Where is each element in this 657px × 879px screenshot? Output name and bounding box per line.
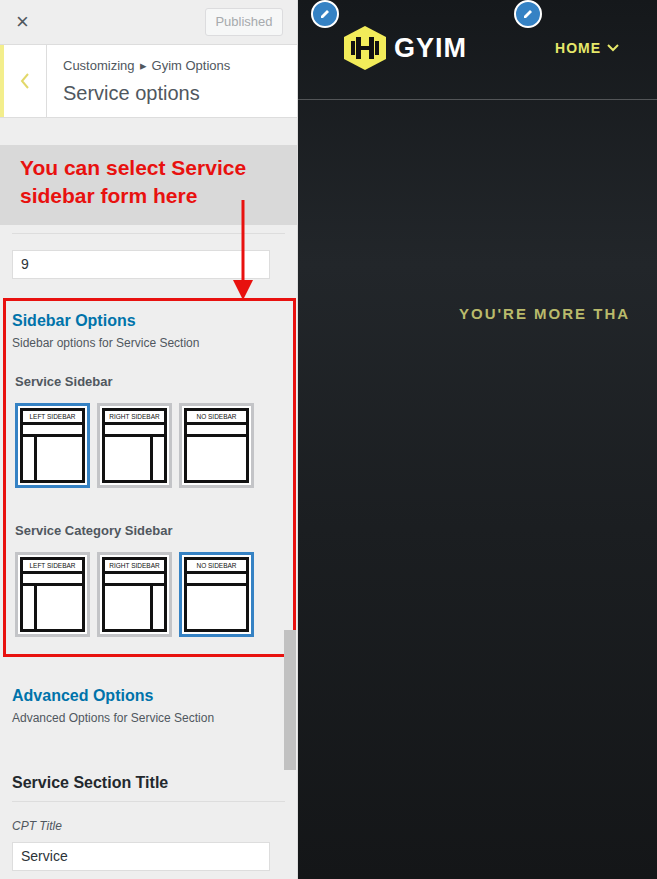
diagram-header <box>105 574 164 586</box>
nav-item[interactable]: HOME <box>555 25 620 71</box>
panel-title: Service options <box>63 80 235 106</box>
section-header: Customizing ▸ Gyim Options Service options <box>0 45 297 118</box>
nav-label: HOME <box>555 25 601 71</box>
choice-row: LEFT SIDEBAR RIGHT SIDEBAR NO SIDEBAR <box>12 403 287 488</box>
customizer-panel: × Published Customizing ▸ Gyim Options Servic… <box>0 0 298 879</box>
choice-label: RIGHT SIDEBAR <box>105 560 164 574</box>
sidebar-group: Service Category Sidebar LEFT SIDEBAR RIGH… <box>12 522 287 637</box>
layout-diagram: RIGHT SIDEBAR <box>102 557 167 632</box>
field-label: CPT Title <box>12 818 285 834</box>
edit-shortcut[interactable] <box>514 0 542 28</box>
edit-shortcut[interactable] <box>311 0 339 28</box>
section-description: Advanced Options for Service Section <box>12 710 297 726</box>
hero-text: YOU'RE MORE THA <box>298 304 657 324</box>
diagram-header <box>187 425 246 437</box>
diagram-content <box>37 437 82 480</box>
diagram-sidebar <box>150 437 164 480</box>
breadcrumb-item: Customizing <box>63 58 135 73</box>
layout-choice[interactable]: NO SIDEBAR <box>179 552 254 637</box>
diagram-body <box>105 437 164 480</box>
diagram-header <box>187 574 246 586</box>
diagram-sidebar <box>23 437 37 480</box>
annotation-note: You can select Service sidebar form here <box>0 145 297 225</box>
choice-label: LEFT SIDEBAR <box>23 411 82 425</box>
layout-diagram: LEFT SIDEBAR <box>20 557 85 632</box>
choice-label: RIGHT SIDEBAR <box>105 411 164 425</box>
diagram-body <box>23 586 82 629</box>
breadcrumb-item: Gyim Options <box>152 58 231 73</box>
advanced-section: Advanced Options Advanced Options for Ser… <box>0 686 297 726</box>
pencil-icon <box>319 8 331 20</box>
dumbbell-logo-icon <box>342 25 388 71</box>
annotation-arrow-icon <box>231 200 255 302</box>
field-heading: Service Section Title <box>12 773 285 802</box>
layout-choice[interactable]: LEFT SIDEBAR <box>15 403 90 488</box>
header-text: Customizing ▸ Gyim Options Service options <box>47 45 235 117</box>
group-label: Service Category Sidebar <box>12 522 287 540</box>
back-chevron-icon <box>19 72 31 90</box>
diagram-content <box>187 586 246 629</box>
layout-diagram: LEFT SIDEBAR <box>20 408 85 483</box>
diagram-header <box>105 425 164 437</box>
diagram-body <box>23 437 82 480</box>
section-title[interactable]: Advanced Options <box>12 686 297 706</box>
layout-choice[interactable]: NO SIDEBAR <box>179 403 254 488</box>
layout-choice[interactable]: RIGHT SIDEBAR <box>97 403 172 488</box>
customizer-topbar: × Published <box>0 0 297 45</box>
chevron-down-icon <box>606 43 620 53</box>
diagram-content <box>105 586 150 629</box>
number-field[interactable] <box>12 250 270 279</box>
breadcrumb-item: ▸ <box>140 58 147 73</box>
title-field[interactable] <box>12 842 270 871</box>
diagram-content <box>187 437 246 480</box>
layout-diagram: NO SIDEBAR <box>184 557 249 632</box>
diagram-body <box>187 586 246 629</box>
site-header: GYIM HOME <box>298 0 657 100</box>
choice-label: NO SIDEBAR <box>187 411 246 425</box>
diagram-header <box>23 425 82 437</box>
layout-diagram: RIGHT SIDEBAR <box>102 408 167 483</box>
section-description: Sidebar options for Service Section <box>12 335 287 351</box>
sidebar-options-box: Sidebar Options Sidebar options for Servi… <box>3 298 296 657</box>
choice-label: NO SIDEBAR <box>187 560 246 574</box>
diagram-content <box>37 586 82 629</box>
layout-diagram: NO SIDEBAR <box>184 408 249 483</box>
site-logo[interactable]: GYIM <box>394 25 467 71</box>
choice-row: LEFT SIDEBAR RIGHT SIDEBAR NO SIDEBAR <box>12 552 287 637</box>
section-title[interactable]: Sidebar Options <box>12 311 287 331</box>
choice-label: LEFT SIDEBAR <box>23 560 82 574</box>
site-preview: GYIM HOME YOU'RE MORE THA <box>298 0 657 879</box>
diagram-header <box>23 574 82 586</box>
group-label: Service Sidebar <box>12 373 287 391</box>
scrollbar-thumb[interactable] <box>284 630 296 770</box>
diagram-sidebar <box>23 586 37 629</box>
diagram-body <box>187 437 246 480</box>
close-button[interactable]: × <box>16 11 29 33</box>
back-button[interactable] <box>0 45 47 117</box>
layout-choice[interactable]: LEFT SIDEBAR <box>15 552 90 637</box>
diagram-body <box>105 586 164 629</box>
diagram-content <box>105 437 150 480</box>
layout-choice[interactable]: RIGHT SIDEBAR <box>97 552 172 637</box>
publish-button[interactable]: Published <box>205 8 283 36</box>
diagram-sidebar <box>150 586 164 629</box>
pencil-icon <box>522 8 534 20</box>
sidebar-group: Service Sidebar LEFT SIDEBAR RIGHT SIDEBAR… <box>12 373 287 488</box>
breadcrumb: Customizing ▸ Gyim Options <box>63 57 235 75</box>
